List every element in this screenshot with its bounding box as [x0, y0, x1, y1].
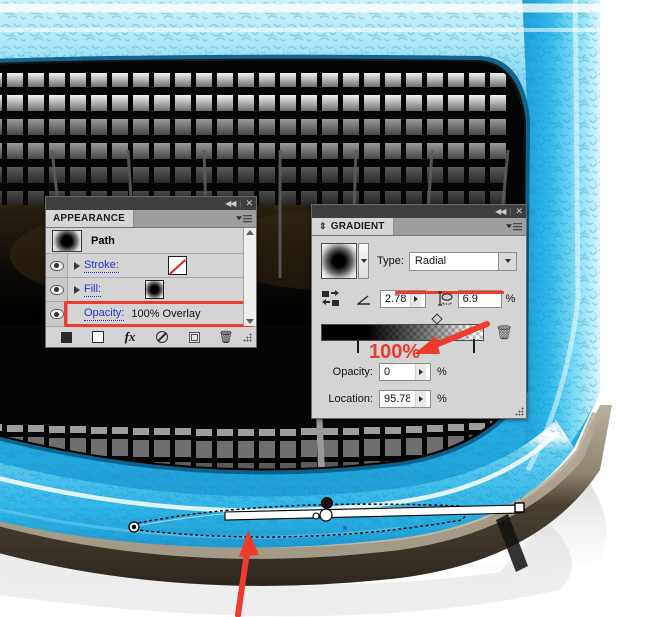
chevron-down-icon [360, 259, 367, 263]
gradient-midpoint-diamond-icon[interactable] [431, 313, 443, 325]
gradient-stop-end[interactable] [473, 339, 482, 353]
radial-gradient-swatch[interactable] [145, 280, 165, 299]
gradient-angle-value: 2.78 [385, 293, 407, 305]
chevron-down-icon [504, 259, 511, 263]
clear-appearance-button[interactable] [146, 327, 178, 347]
disclosure-triangle-icon[interactable] [74, 285, 80, 294]
gradient-stop-annotation-label: 100% [369, 341, 421, 363]
chevron-down-icon [236, 216, 242, 221]
square-icon [92, 331, 104, 343]
tab-gradient[interactable]: ⇕ GRADIENT [312, 218, 394, 235]
add-new-stroke-button[interactable] [50, 327, 82, 347]
duplicate-icon [188, 331, 200, 343]
gradient-opacity-row: Opacity: 0 % [321, 363, 517, 381]
appearance-row-opacity-value: 100% Overlay [131, 308, 201, 320]
gradient-ramp-wrap: 🗑 100% [321, 313, 517, 362]
gradient-tabrow-fill [393, 218, 526, 235]
appearance-toolbar[interactable]: fx 🗑 [46, 326, 256, 347]
gradient-tab-row[interactable]: ⇕ GRADIENT [312, 218, 526, 236]
radial-gradient-thumbnail [52, 229, 82, 252]
gradient-opacity-label: Opacity: [332, 366, 373, 378]
visibility-eye-icon[interactable] [46, 278, 68, 301]
tab-gradient-label: GRADIENT [330, 221, 385, 232]
scroll-up-arrow-icon[interactable] [246, 230, 254, 235]
close-icon[interactable]: ✕ [515, 207, 523, 216]
gradient-panel-body: Type: Radial 2.78 ° 6.9 % 🗑 100% Opacity… [312, 236, 526, 418]
appearance-row-opacity[interactable]: Opacity: 100% Overlay [46, 302, 256, 326]
scroll-down-arrow-icon[interactable] [246, 319, 254, 324]
gradient-panel-titlebar[interactable]: ◀◀ | ✕ [312, 205, 526, 218]
menu-bars-icon [513, 222, 522, 231]
gradient-panel-menu-icon[interactable] [506, 222, 522, 231]
appearance-panel-menu-icon[interactable] [236, 214, 252, 223]
trash-icon: 🗑 [218, 330, 234, 344]
gradient-opacity-unit: % [437, 366, 447, 378]
appearance-head-row[interactable]: Path [46, 228, 256, 254]
gradient-preset-dropdown-button[interactable] [358, 243, 369, 279]
gradient-stop-start[interactable] [357, 339, 366, 353]
gradient-opacity-value: 0 [384, 366, 391, 378]
close-icon[interactable]: ✕ [245, 199, 253, 208]
appearance-scrollbar[interactable] [243, 228, 256, 326]
stepper-arrow-icon[interactable] [415, 364, 426, 380]
filled-square-icon [60, 331, 72, 343]
aspect-ratio-icon [436, 291, 454, 307]
screenshot-root: ◀◀ | ✕ APPEARANCE Path Stroke: Fill: Opa… [0, 0, 650, 617]
chevron-down-icon [506, 224, 512, 229]
fx-icon: fx [124, 329, 136, 344]
gradient-aspect-value: 6.9 [462, 293, 478, 305]
gradient-type-value[interactable]: Radial [408, 251, 499, 271]
stepper-arrow-icon[interactable] [415, 391, 426, 407]
appearance-row-fill[interactable]: Fill: [46, 278, 256, 302]
duplicate-item-button[interactable] [178, 327, 210, 347]
appearance-row-fill-label[interactable]: Fill: [84, 283, 102, 297]
gradient-location-value: 95.78 [384, 393, 410, 405]
collapse-double-arrow-icon[interactable]: ◀◀ [495, 207, 506, 216]
menu-bars-icon [243, 214, 252, 223]
appearance-object-label: Path [91, 234, 115, 247]
appearance-item-list: Path Stroke: Fill: Opacity: 100% Overlay [46, 228, 256, 327]
titlebar-separator: | [239, 199, 242, 208]
delete-item-button[interactable]: 🗑 [210, 327, 242, 347]
gradient-type-row: Type: Radial [321, 243, 517, 279]
resize-grip-icon[interactable] [243, 332, 252, 342]
gradient-panel[interactable]: ◀◀ | ✕ ⇕ GRADIENT Type: Radial 2.78 ° 6.… [311, 204, 527, 419]
angle-icon [356, 294, 371, 305]
reverse-gradient-icon[interactable] [321, 290, 341, 308]
visibility-eye-icon[interactable] [46, 254, 68, 277]
add-new-fill-button[interactable] [82, 327, 114, 347]
gradient-location-row: Location: 95.78 % [321, 390, 517, 408]
gradient-opacity-input[interactable]: 0 [379, 363, 431, 381]
appearance-panel-titlebar[interactable]: ◀◀ | ✕ [46, 197, 256, 210]
drag-handle-icon[interactable]: ⇕ [319, 221, 327, 232]
gradient-aspect-unit: % [505, 293, 516, 305]
no-symbol-icon [156, 331, 168, 343]
radial-gradient-swatch[interactable] [321, 243, 357, 279]
disclosure-triangle-icon[interactable] [74, 261, 80, 270]
gradient-ramp[interactable] [321, 324, 484, 341]
tab-appearance[interactable]: APPEARANCE [46, 210, 135, 227]
none-swatch[interactable] [167, 256, 187, 275]
gradient-location-unit: % [437, 393, 447, 405]
appearance-row-stroke-label[interactable]: Stroke: [84, 259, 119, 273]
visibility-eye-icon[interactable] [46, 302, 68, 326]
gradient-location-label: Location: [328, 393, 373, 405]
add-new-effect-button[interactable]: fx [114, 327, 146, 347]
delete-stop-button[interactable]: 🗑 [495, 324, 513, 341]
appearance-tab-row[interactable]: APPEARANCE [46, 210, 256, 228]
collapse-double-arrow-icon[interactable]: ◀◀ [225, 199, 236, 208]
appearance-tabrow-fill [134, 210, 256, 227]
resize-grip-icon[interactable] [515, 407, 524, 416]
tab-appearance-label: APPEARANCE [53, 213, 126, 224]
appearance-row-opacity-label[interactable]: Opacity: [84, 307, 125, 321]
appearance-panel-body: Path Stroke: Fill: Opacity: 100% Overlay… [46, 228, 256, 347]
gradient-type-label: Type: [377, 255, 404, 267]
gradient-location-input[interactable]: 95.78 [379, 390, 431, 408]
gradient-type-dropdown-button[interactable] [499, 251, 517, 271]
appearance-panel[interactable]: ◀◀ | ✕ APPEARANCE Path Stroke: Fill: Opa… [45, 196, 257, 348]
appearance-row-stroke[interactable]: Stroke: [46, 254, 256, 278]
titlebar-separator: | [509, 207, 512, 216]
